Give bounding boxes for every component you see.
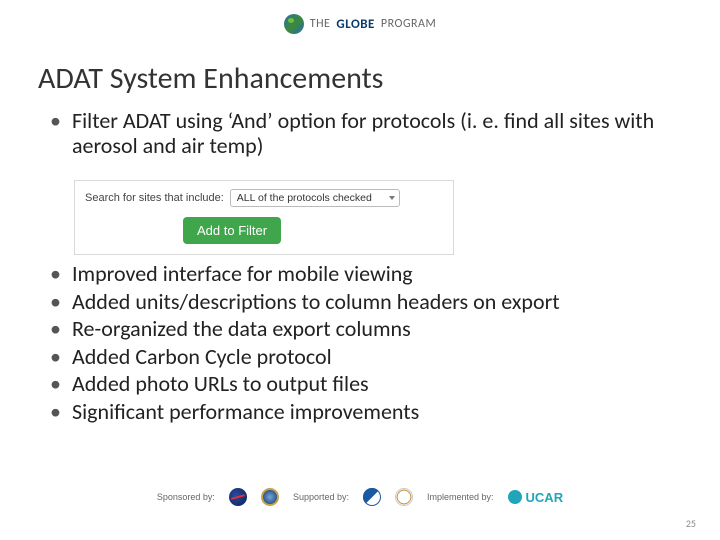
chevron-down-icon bbox=[389, 196, 395, 200]
logo-prefix: THE bbox=[310, 17, 331, 31]
slide: THE GLOBE PROGRAM ADAT System Enhancemen… bbox=[0, 0, 720, 540]
bullet-item: Significant performance improvements bbox=[48, 398, 680, 426]
sponsored-by-label: Sponsored by: bbox=[157, 492, 215, 502]
noaa-logo-icon bbox=[363, 488, 381, 506]
bullet-item: Improved interface for mobile viewing bbox=[48, 260, 680, 288]
header: THE GLOBE PROGRAM bbox=[0, 14, 720, 39]
bullet-list-main: Improved interface for mobile viewing Ad… bbox=[48, 260, 680, 425]
bullet-item: Added Carbon Cycle protocol bbox=[48, 343, 680, 371]
ucar-text: UCAR bbox=[526, 490, 564, 505]
protocol-logic-select[interactable]: ALL of the protocols checked bbox=[230, 189, 400, 207]
supported-by-label: Supported by: bbox=[293, 492, 349, 502]
slide-title: ADAT System Enhancements bbox=[38, 60, 383, 97]
ucar-dot-icon bbox=[508, 490, 522, 504]
add-to-filter-button[interactable]: Add to Filter bbox=[183, 217, 281, 244]
state-dept-logo-icon bbox=[395, 488, 413, 506]
bullet-item: Re-organized the data export columns bbox=[48, 315, 680, 343]
filter-label: Search for sites that include: bbox=[85, 192, 224, 204]
footer-sponsors: Sponsored by: Supported by: Implemented … bbox=[0, 488, 720, 506]
select-value: ALL of the protocols checked bbox=[237, 192, 372, 204]
page-number: 25 bbox=[686, 517, 696, 530]
bullet-item: Added photo URLs to output files bbox=[48, 370, 680, 398]
nasa-logo-icon bbox=[229, 488, 247, 506]
logo-name: GLOBE bbox=[336, 17, 374, 32]
ucar-logo: UCAR bbox=[508, 490, 564, 505]
bullet-item: Added units/descriptions to column heade… bbox=[48, 288, 680, 316]
implemented-by-label: Implemented by: bbox=[427, 492, 494, 502]
bullet-list-top: Filter ADAT using ‘And’ option for proto… bbox=[48, 108, 680, 161]
bullet-item: Filter ADAT using ‘And’ option for proto… bbox=[48, 108, 680, 159]
globe-icon bbox=[284, 14, 304, 34]
filter-ui-screenshot: Search for sites that include: ALL of th… bbox=[74, 180, 454, 255]
globe-program-logo: THE GLOBE PROGRAM bbox=[284, 14, 437, 34]
nsf-logo-icon bbox=[261, 488, 279, 506]
logo-suffix: PROGRAM bbox=[381, 17, 436, 31]
